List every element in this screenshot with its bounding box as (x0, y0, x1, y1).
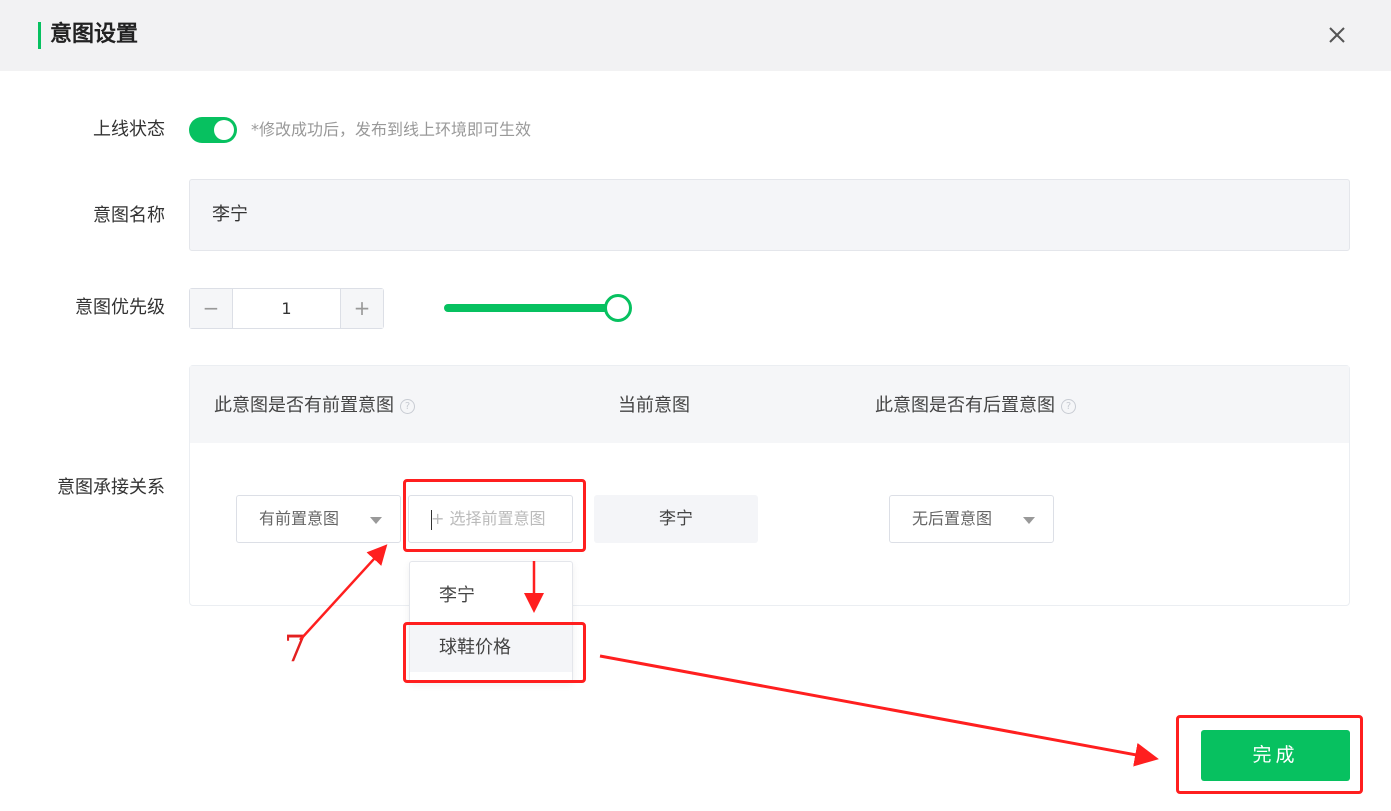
priority-slider-handle[interactable] (604, 294, 632, 322)
pre-intent-select[interactable]: 有前置意图 (236, 495, 401, 543)
caret-down-icon (1023, 517, 1035, 524)
pre-intent-placeholder: + 选择前置意图 (431, 509, 546, 528)
relation-label: 意图承接关系 (57, 477, 165, 498)
current-intent-column-title: 当前意图 (618, 395, 690, 416)
priority-label: 意图优先级 (75, 297, 165, 318)
dropdown-option[interactable]: 李宁 (410, 572, 572, 620)
pre-intent-select-value: 有前置意图 (259, 509, 340, 528)
post-intent-column-label: 此意图是否有后置意图 (875, 395, 1055, 416)
text-cursor (431, 510, 432, 530)
pre-intent-search-input[interactable]: + 选择前置意图 (408, 495, 573, 543)
intent-name-label: 意图名称 (93, 205, 165, 226)
dialog-header: 意图设置 (0, 0, 1391, 71)
title-accent-bar (38, 22, 41, 49)
post-intent-column-title: 此意图是否有后置意图? (875, 394, 1076, 418)
caret-down-icon (370, 517, 382, 524)
pre-intent-column-title: 此意图是否有前置意图? (214, 394, 415, 418)
dropdown-option[interactable]: 球鞋价格 (410, 624, 572, 672)
annotation-step-number: 7 (284, 629, 307, 670)
status-label: 上线状态 (93, 119, 165, 140)
decrement-button[interactable]: − (190, 289, 233, 328)
increment-button[interactable]: + (340, 289, 383, 328)
status-hint: *修改成功后，发布到线上环境即可生效 (251, 120, 532, 139)
dialog-title: 意图设置 (50, 22, 139, 47)
help-icon[interactable]: ? (1061, 399, 1076, 414)
priority-value[interactable]: 1 (233, 289, 340, 328)
priority-stepper: − 1 + (189, 288, 384, 329)
toggle-knob (214, 120, 234, 140)
pre-intent-dropdown: 李宁 球鞋价格 (409, 561, 573, 683)
intent-name-input[interactable]: 李宁 (189, 179, 1350, 251)
status-toggle[interactable] (189, 117, 237, 143)
relation-panel: 此意图是否有前置意图? 当前意图 此意图是否有后置意图? (189, 365, 1350, 606)
post-intent-select-value: 无后置意图 (912, 509, 993, 528)
relation-header: 此意图是否有前置意图? 当前意图 此意图是否有后置意图? (190, 366, 1349, 443)
done-button[interactable]: 完成 (1201, 730, 1350, 781)
pre-intent-column-label: 此意图是否有前置意图 (214, 395, 394, 416)
current-intent-value: 李宁 (594, 495, 758, 543)
post-intent-select[interactable]: 无后置意图 (889, 495, 1054, 543)
help-icon[interactable]: ? (400, 399, 415, 414)
priority-slider-track[interactable] (444, 304, 619, 312)
close-icon[interactable] (1324, 22, 1350, 48)
